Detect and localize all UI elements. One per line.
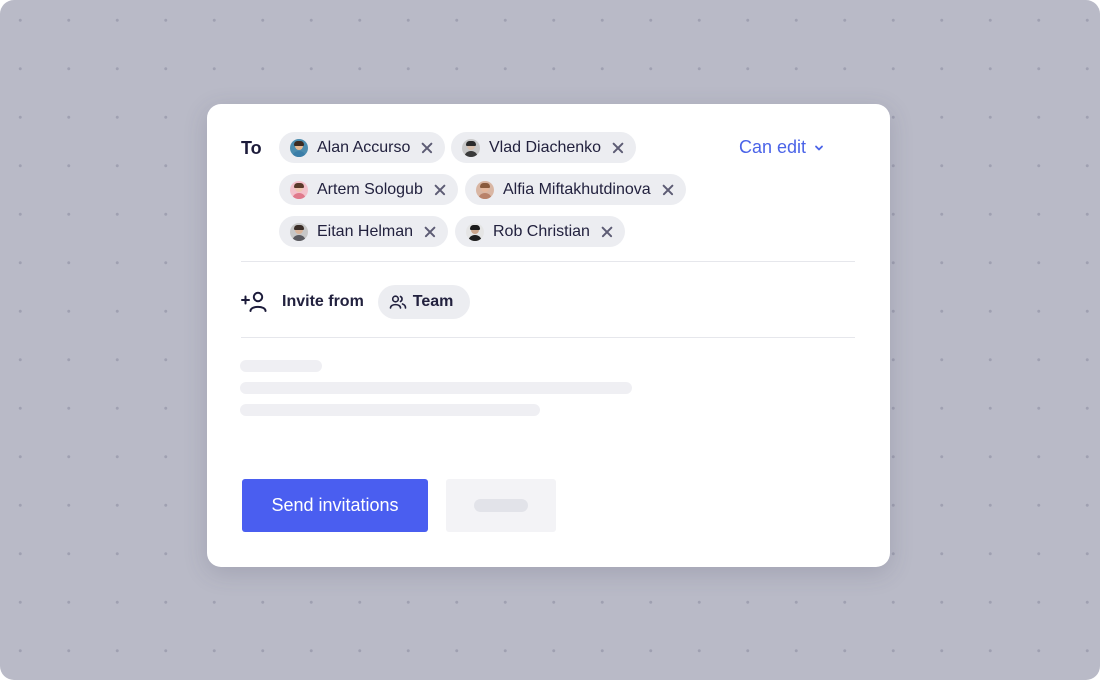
team-icon — [389, 295, 407, 309]
send-invitations-button[interactable]: Send invitations — [242, 479, 428, 532]
recipient-name: Artem Sologub — [317, 180, 423, 198]
recipient-name: Alan Accurso — [317, 138, 411, 156]
avatar — [290, 138, 308, 157]
recipient-chip[interactable]: Artem Sologub — [279, 174, 458, 205]
recipient-chip[interactable]: Alfia Miftakhutdinova — [465, 174, 686, 205]
skeleton-line — [240, 382, 632, 394]
invite-row: Invite from Team — [241, 285, 471, 319]
divider — [241, 261, 855, 262]
team-source-button[interactable]: Team — [377, 285, 471, 319]
permission-dropdown[interactable]: Can edit — [739, 137, 824, 158]
close-icon[interactable] — [609, 139, 627, 157]
recipient-chip[interactable]: Eitan Helman — [279, 216, 449, 247]
skeleton-line — [240, 360, 322, 372]
avatar — [476, 180, 494, 199]
permission-label: Can edit — [739, 137, 807, 157]
skeleton-line — [240, 404, 540, 416]
to-label: To — [241, 138, 262, 158]
divider — [241, 337, 855, 338]
recipient-name: Rob Christian — [493, 222, 590, 240]
recipient-chip[interactable]: Vlad Diachenko — [451, 132, 637, 163]
avatar — [462, 138, 480, 157]
close-icon[interactable] — [598, 223, 616, 241]
recipient-name: Vlad Diachenko — [489, 138, 602, 156]
chevron-down-icon — [815, 145, 823, 150]
share-dialog: To Alan Accurso Vlad Diachenko Can edit … — [207, 104, 890, 567]
dotted-backdrop: To Alan Accurso Vlad Diachenko Can edit … — [0, 0, 1100, 680]
recipient-name: Eitan Helman — [317, 222, 414, 240]
recipient-name: Alfia Miftakhutdinova — [503, 180, 651, 198]
close-icon[interactable] — [659, 181, 677, 199]
invite-from-label: Invite from — [282, 293, 364, 310]
team-label: Team — [412, 293, 454, 310]
close-icon[interactable] — [418, 139, 436, 157]
avatar — [466, 222, 484, 241]
close-icon[interactable] — [431, 181, 449, 199]
secondary-button-placeholder[interactable] — [446, 479, 556, 532]
skeleton-line — [474, 499, 528, 512]
avatar — [290, 222, 308, 241]
avatar — [290, 180, 308, 199]
close-icon[interactable] — [421, 223, 439, 241]
recipient-chip[interactable]: Rob Christian — [455, 216, 625, 247]
recipient-chip[interactable]: Alan Accurso — [279, 132, 446, 163]
add-user-icon — [241, 291, 267, 312]
